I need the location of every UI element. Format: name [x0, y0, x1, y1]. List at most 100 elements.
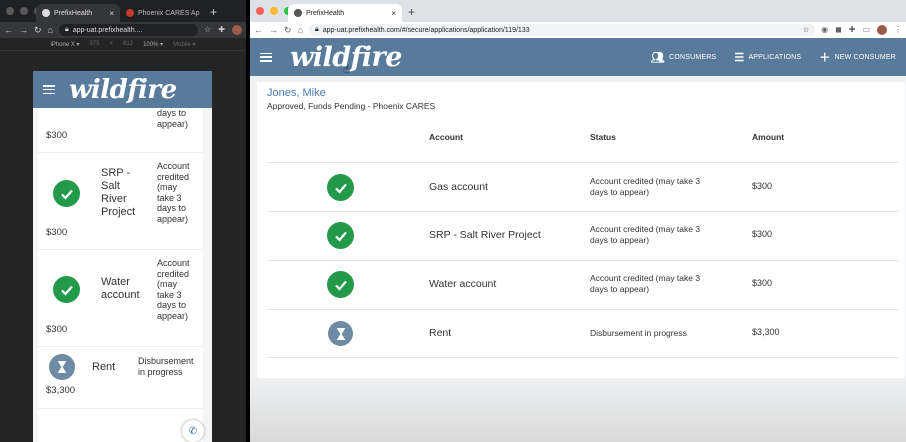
new-tab-button[interactable]: +	[408, 5, 415, 19]
hourglass-icon	[49, 354, 75, 380]
consumer-name-link[interactable]: Jones, Mike	[267, 87, 326, 99]
check-icon	[53, 180, 80, 207]
close-tab-icon[interactable]: ×	[391, 9, 396, 18]
favicon-icon	[42, 9, 50, 17]
new-tab-button[interactable]: +	[210, 5, 217, 19]
nav-consumers[interactable]: 👥︎ CONSUMERS	[651, 51, 716, 64]
item-status: Disbursement in progress	[138, 356, 194, 377]
table-row: SRP - Salt River Project Account credite…	[267, 211, 899, 260]
item-status: Account credited (may take 3 days to appear)	[157, 258, 190, 321]
extension-icon[interactable]: ◉	[821, 25, 828, 35]
forward-icon[interactable]: →	[19, 25, 28, 35]
tab-label: Phoenix CARES Ap	[138, 9, 200, 17]
plus-icon: ＋	[819, 52, 831, 64]
nav-label: APPLICATIONS	[748, 53, 802, 61]
column-header-account: Account	[429, 132, 463, 142]
dimension-separator: ×	[109, 41, 114, 47]
back-icon[interactable]: ←	[254, 25, 263, 35]
right-toolbar: ← → ↻ ⌂ 🔒︎ app-uat.prefixhealth.com/#/se…	[250, 22, 906, 38]
disbursement-status: Account credited (may take 3 days to appe…	[590, 176, 701, 197]
list-item: days to appear) $300	[38, 108, 203, 153]
more-icon[interactable]: ⋮	[894, 25, 902, 35]
star-icon[interactable]: ☆	[204, 25, 211, 35]
list-item: SRP - Salt River Project Account credited (ma…	[38, 153, 203, 250]
device-width[interactable]: 375	[90, 41, 100, 47]
item-name: SRP - Salt River Project	[101, 167, 136, 218]
zoom-select[interactable]: 100% ▾	[143, 41, 163, 48]
disbursement-status: Account credited (may take 3 days to appe…	[590, 224, 701, 245]
tab-prefixhealth[interactable]: PrefixHealth ×	[288, 4, 402, 22]
lock-icon: 🔒︎	[64, 26, 69, 33]
device-toolbar: iPhone X ▾ 375 × 812 100% ▾ Mobile ▾	[0, 38, 246, 51]
home-icon[interactable]: ⌂	[298, 25, 303, 35]
close-tab-icon[interactable]: ×	[203, 9, 204, 18]
left-browser-window: PrefixHealth × Phoenix CARES Ap × + ← → …	[0, 0, 246, 442]
item-amount: $3,300	[46, 385, 76, 396]
application-status: Approved, Funds Pending - Phoenix CARES	[267, 101, 436, 111]
device-height[interactable]: 812	[123, 41, 133, 47]
nav-new-consumer[interactable]: ＋ NEW CONSUMER	[819, 49, 896, 65]
forward-icon[interactable]: →	[269, 25, 278, 35]
page-footer-area	[250, 378, 906, 442]
throttle-select[interactable]: Mobile ▾	[173, 41, 195, 48]
item-name: Rent	[92, 361, 116, 373]
check-icon	[327, 174, 354, 201]
mobile-disbursement-list: days to appear) $300 SRP - Salt River Projec…	[38, 108, 203, 442]
star-icon[interactable]: ☆	[803, 26, 809, 34]
disbursement-status: Account credited (may take 3 days to appe…	[590, 273, 701, 294]
nav-label: CONSUMERS	[669, 53, 717, 61]
item-status: days to appear)	[157, 108, 189, 129]
minimize-window-button[interactable]	[20, 7, 28, 15]
address-bar[interactable]: 🔒︎ app-uat.prefixhealth....	[58, 24, 199, 36]
tab-label: PrefixHealth	[306, 9, 345, 17]
extension-icon[interactable]: ✚	[849, 25, 856, 35]
minimize-window-button[interactable]	[270, 7, 278, 15]
back-icon[interactable]: ←	[4, 25, 13, 35]
device-select[interactable]: iPhone X ▾	[51, 41, 80, 48]
amount-value: $300	[752, 278, 773, 288]
account-name: Rent	[429, 327, 452, 339]
check-icon	[327, 222, 354, 249]
account-name: SRP - Salt River Project	[429, 229, 541, 241]
home-icon[interactable]: ⌂	[48, 25, 53, 35]
wildfire-logo[interactable]: wildfire	[69, 75, 177, 105]
tab-prefixhealth[interactable]: PrefixHealth ×	[36, 4, 120, 22]
left-toolbar: ← → ↻ ⌂ 🔒︎ app-uat.prefixhealth.... ☆ ✚	[0, 22, 246, 38]
close-window-button[interactable]	[6, 7, 14, 15]
reload-icon[interactable]: ↻	[34, 25, 42, 36]
check-icon	[327, 271, 354, 298]
url-text: app-uat.prefixhealth.com/#/secure/applic…	[322, 26, 530, 34]
mouse-cursor-icon: ☝︎	[343, 62, 351, 76]
reload-icon[interactable]: ↻	[284, 25, 292, 36]
users-icon: 👥︎	[650, 51, 666, 64]
close-tab-icon[interactable]: ×	[109, 9, 114, 18]
list-icon: ☰	[734, 51, 745, 64]
menu-icon[interactable]	[260, 52, 272, 62]
column-header-status: Status	[590, 132, 616, 142]
profile-avatar[interactable]	[877, 25, 887, 35]
extensions-icon[interactable]: ✚	[218, 25, 225, 35]
item-amount: $300	[46, 227, 68, 238]
extension-icon[interactable]: ◼	[835, 25, 842, 35]
table-row: Gas account Account credited (may take 3…	[267, 162, 899, 211]
cast-icon[interactable]: ▭	[862, 25, 870, 35]
item-amount: $300	[46, 324, 68, 335]
url-text: app-uat.prefixhealth....	[72, 26, 143, 34]
nav-applications[interactable]: ☰ APPLICATIONS	[734, 51, 801, 64]
list-item: Rent Disbursement in progress $3,300	[38, 347, 203, 409]
close-window-button[interactable]	[256, 7, 264, 15]
lock-icon: 🔒︎	[314, 26, 319, 33]
item-status: Account credited (may take 3 days to appear)	[157, 161, 190, 224]
menu-icon[interactable]	[43, 85, 55, 94]
profile-avatar[interactable]	[232, 25, 242, 35]
tab-phoenix-cares[interactable]: Phoenix CARES Ap ×	[120, 4, 204, 22]
list-item: Water account Account credited (may take 3 da…	[38, 250, 203, 347]
phone-support-button[interactable]: ✆	[182, 420, 204, 442]
account-name: Water account	[429, 278, 497, 290]
amount-value: $300	[752, 229, 773, 239]
address-bar[interactable]: 🔒︎ app-uat.prefixhealth.com/#/secure/app…	[308, 24, 816, 36]
column-header-amount: Amount	[752, 132, 785, 142]
desktop-viewport: wildfire 👥︎ CONSUMERS ☰ APPLICATIONS ＋ N…	[250, 38, 906, 442]
hourglass-icon	[328, 321, 353, 346]
table-row: Rent Disbursement in progress $3,300	[267, 309, 899, 358]
